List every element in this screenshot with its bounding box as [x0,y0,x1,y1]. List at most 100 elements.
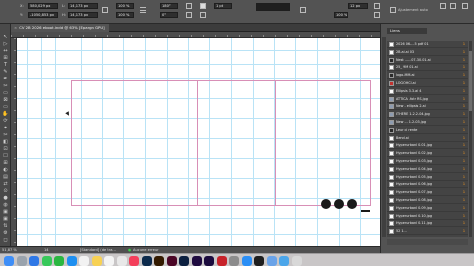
link-page-number[interactable]: 1 [463,189,465,196]
after-effects-icon[interactable] [204,256,214,266]
photoshop-icon[interactable] [141,256,152,266]
reference-point-icon[interactable] [140,7,146,13]
lightroom-icon[interactable] [179,256,189,266]
tool-icon[interactable]: ⇄ [2,181,9,187]
link-page-number[interactable]: 1 [463,135,465,142]
tool-icon[interactable]: ▭ [2,104,9,110]
corner-size-field[interactable]: 12 px [348,3,368,9]
link-row[interactable]: 25_ 9M 01.ai 1 [387,64,468,72]
tool-icon[interactable]: ▷ [2,41,9,47]
tool-icon[interactable]: ✒ [2,76,9,82]
link-row[interactable]: Hyperurbanl 0.01.jpg 1 [387,142,468,150]
preview-icon[interactable] [266,256,277,266]
link-page-number[interactable]: 1 [463,174,465,181]
tool-icon[interactable]: ↖ [2,34,9,40]
link-row[interactable]: Ellipsis 3.3.ai 4 1 [387,88,468,95]
link-row[interactable]: LOGOHCl.ai 1 [387,80,468,87]
messages-icon[interactable] [41,256,52,266]
flip-vertical-icon[interactable] [186,12,192,18]
link-row[interactable]: Hyperurbanl 0.08.jpg 1 [387,197,468,204]
tool-icon[interactable]: ⊞ [2,160,9,166]
tool-icon[interactable]: ◐ [2,167,9,173]
link-page-number[interactable]: 1 [463,49,465,56]
link-row[interactable]: Hyperurbanl 0.10.jpg 1 [387,213,468,220]
fitting-icon[interactable] [374,3,380,9]
link-page-number[interactable]: 1 [463,119,465,126]
tool-icon[interactable]: ⟳ [2,118,9,124]
link-row[interactable]: ITHERE 1.2.2-04.jpg 1 [387,111,468,119]
height-field[interactable]: 14,173 px [68,12,98,18]
link-row[interactable]: Hyperurbanl 0.03.jpg 1 [387,158,468,165]
tool-icon[interactable]: ⊠ [2,97,9,103]
link-row[interactable]: Hyperurbanl 0.04.jpg 1 [387,166,468,173]
tool-icon[interactable]: ⊙ [2,188,9,194]
link-row[interactable]: Hyperurbanl 0.07.jpg 1 [387,189,468,197]
link-row[interactable]: Hyperurbanl 0.06.jpg 1 [387,181,468,189]
terminal-icon[interactable] [254,256,264,266]
link-page-number[interactable]: 1 [463,57,465,64]
finder-icon[interactable] [4,256,14,266]
illustrator-icon[interactable] [154,256,164,266]
link-row[interactable]: Bend.ai 1 [387,135,468,142]
link-page-number[interactable]: 1 [463,142,465,149]
link-page-number[interactable]: 1 [463,166,465,173]
document-canvas[interactable] [17,38,380,246]
tool-icon[interactable]: ✋ [2,111,9,117]
tool-icon[interactable]: ▣ [2,209,9,215]
tool-icon[interactable]: ⊡ [2,146,9,152]
tool-icon[interactable]: ⇅ [2,223,9,229]
close-tab-icon[interactable]: × [14,25,17,30]
scale-y-field[interactable]: 100 % [116,12,134,18]
launchpad-icon[interactable] [16,256,27,266]
tool-icon[interactable]: ▭ [2,90,9,96]
link-row[interactable]: Hyperurbanl 0.09.jpg 1 [387,205,468,212]
link-page-number[interactable]: 1 [463,103,465,110]
scrollbar-thumb[interactable] [469,51,472,111]
y-field[interactable]: -1050,853 px [28,12,58,18]
tool-icon[interactable]: ● [2,195,9,201]
x-field[interactable]: 580,029 px [28,3,58,9]
stroke-weight-field[interactable]: 1 pt [214,3,232,9]
indesign-icon[interactable] [166,256,177,266]
trash-icon[interactable] [291,256,302,266]
fill-swatch-icon[interactable] [200,3,206,9]
link-page-number[interactable]: 1 [463,80,465,87]
link-row[interactable]: 52 1... 1 [387,228,468,236]
black-circle-shape[interactable] [334,199,344,209]
acrobat-icon[interactable] [216,256,227,266]
link-page-number[interactable]: 1 [463,150,465,157]
tool-icon[interactable]: ◍ [2,202,9,208]
link-row[interactable]: Nest ......07-30.01.ai 1 [387,57,468,64]
link-page-number[interactable]: 1 [463,197,465,204]
link-page-number[interactable]: 1 [463,111,465,118]
panel-menu-icon[interactable] [462,3,468,9]
link-row[interactable]: logo-MM.ai 1 [387,72,468,80]
stroke-type-dropdown[interactable] [256,3,290,11]
tool-icon[interactable]: ▣ [2,216,9,222]
opacity-field[interactable]: 100 % [334,12,348,18]
tool-icon[interactable]: ✂ [2,132,9,138]
link-page-number[interactable]: 1 [463,41,465,48]
link-page-number[interactable]: 1 [463,127,465,134]
link-page-number[interactable]: 1 [463,220,465,227]
link-page-number[interactable]: 1 [463,64,465,71]
system-preferences-icon[interactable] [229,256,239,266]
photos-icon[interactable] [116,256,127,266]
tool-icon[interactable]: ⌖ [2,125,9,131]
reminders-icon[interactable] [104,256,114,266]
link-page-number[interactable]: 1 [463,158,465,165]
link-page-number[interactable]: 1 [463,96,465,103]
safari-icon[interactable] [66,256,77,266]
link-row[interactable]: New - ellipsis 2.ai 1 [387,103,468,111]
link-page-number[interactable]: 1 [463,88,465,95]
tool-icon[interactable]: ⊞ [2,55,9,61]
link-page-number[interactable]: 1 [463,228,465,235]
scale-x-field[interactable]: 100 % [116,3,134,9]
link-page-number[interactable]: 1 [463,72,465,79]
mail-icon[interactable] [29,256,39,266]
link-row[interactable]: Leur ci rente 1 [387,127,468,134]
effects-icon[interactable] [374,12,380,18]
corner-shape-icon[interactable] [300,7,306,13]
tool-icon[interactable]: ◻ [2,237,9,243]
link-row[interactable]: 2B.ai.ai 03 1 [387,49,468,56]
